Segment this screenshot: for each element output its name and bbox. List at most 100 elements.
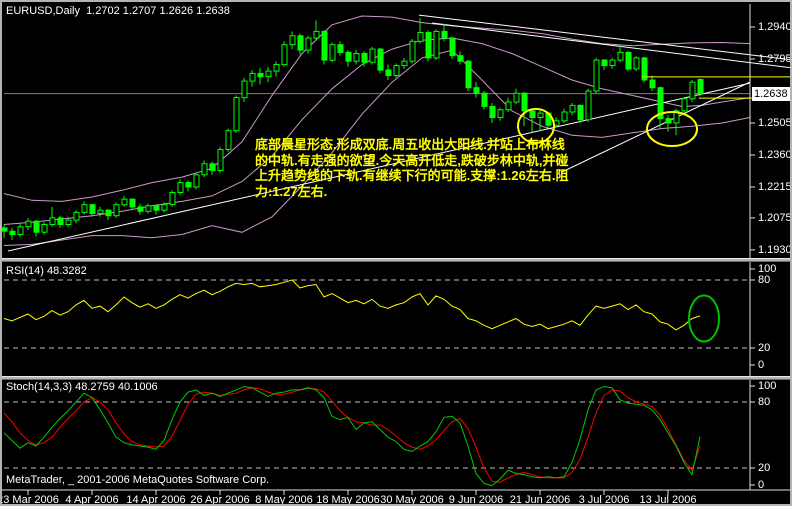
- candle-bear: [33, 220, 40, 233]
- pane-separator-rsi-stoch[interactable]: [2, 376, 790, 380]
- candle-bear: [577, 104, 584, 121]
- stoch-d-line: [3, 387, 701, 483]
- candle-bear: [361, 53, 368, 63]
- time-axis-label: 4 Apr 2006: [65, 494, 119, 506]
- candle-bull: [249, 72, 256, 82]
- candle-bull: [97, 209, 104, 214]
- candle-bear: [153, 205, 160, 211]
- candle-bear: [465, 60, 472, 89]
- pane-separator-main-rsi[interactable]: [2, 258, 790, 262]
- candle-bear: [441, 30, 448, 39]
- candle-bull: [193, 174, 200, 188]
- candle-bear: [129, 198, 136, 208]
- candle-bear: [137, 206, 144, 212]
- ellipse-double-bottom-2[interactable]: [646, 111, 698, 147]
- time-axis-label: 26 Apr 2006: [190, 494, 250, 506]
- stoch-k-line: [3, 386, 701, 487]
- candle-bear: [321, 30, 328, 61]
- rsi-line: [3, 279, 701, 331]
- candle-bull: [177, 182, 184, 194]
- candle-bull: [121, 198, 128, 206]
- candle-bull: [561, 111, 568, 122]
- candle-bull: [409, 40, 416, 62]
- annotation-line: 力:1.27左右.: [255, 183, 328, 199]
- candle-bear: [105, 209, 112, 217]
- trendlines[interactable]: [7, 14, 792, 252]
- candle-bull: [25, 220, 32, 228]
- candle-bull: [81, 204, 88, 213]
- price-axis-label: 1.2505: [758, 117, 792, 129]
- price-axis-label: 1.2795: [758, 53, 792, 65]
- time-axis-label: 8 May 2006: [255, 494, 313, 506]
- candle-bear: [697, 79, 704, 95]
- analysis-annotation-text[interactable]: 底部晨星形态.形成双底.周五收出大阳线.并站上布林线 的中轨.有走强的欲望.今天…: [255, 137, 568, 199]
- candles: [2, 18, 704, 240]
- metatrader-chart-window: EURUSD,Daily 1.2702 1.2707 1.2626 1.2638…: [0, 0, 792, 506]
- candle-bear: [473, 87, 480, 94]
- rsi-axis-label: 0: [758, 359, 765, 371]
- candle-bear: [377, 48, 384, 71]
- trendline-descending-resistance: [418, 14, 790, 61]
- candle-bull: [305, 37, 312, 51]
- candle-bear: [601, 59, 608, 67]
- price-axis-label: 1.1930: [758, 244, 792, 256]
- rsi-indicator-label: RSI(14) 48.3282: [6, 265, 87, 277]
- candle-bull: [393, 65, 400, 76]
- candle-bull: [353, 53, 360, 62]
- candle-bull: [513, 92, 520, 103]
- candle-bear: [457, 55, 464, 62]
- stoch-axis-label: 80: [758, 396, 771, 408]
- candle-bear: [385, 69, 392, 76]
- candle-bull: [593, 59, 600, 92]
- time-axis-label: 30 May 2006: [380, 494, 444, 506]
- candle-bull: [537, 112, 544, 118]
- rsi-axis-label: 20: [758, 342, 771, 354]
- candle-bull: [41, 224, 48, 233]
- stoch-axis-label: 0: [758, 479, 765, 491]
- candle-bull: [689, 81, 696, 100]
- candle-bull: [145, 205, 152, 212]
- candle-bear: [345, 51, 352, 62]
- time-axis-label: 18 May 2006: [316, 494, 380, 506]
- candle-bear: [89, 204, 96, 214]
- candle-bear: [649, 79, 656, 89]
- candle-bull: [433, 30, 440, 59]
- rsi-axis-label: 80: [758, 274, 771, 286]
- candle-bull: [65, 219, 72, 226]
- stoch-axis-label: 20: [758, 462, 771, 474]
- stoch-axis-label: 100: [758, 380, 777, 392]
- price-axis-label: 1.2360: [758, 149, 792, 161]
- candle-bull: [113, 204, 120, 217]
- candle-bear: [9, 230, 16, 235]
- price-axis-label: 1.2215: [758, 181, 792, 193]
- symbol-title: EURUSD,Daily 1.2702 1.2707 1.2626 1.2638: [6, 5, 230, 17]
- candle-bull: [585, 90, 592, 121]
- candle-bull: [217, 149, 224, 171]
- candle-bull: [73, 211, 80, 221]
- time-axis-label: 9 Jun 2006: [448, 494, 504, 506]
- candle-bull: [681, 98, 688, 112]
- time-axis-label: 13 Jul 2006: [639, 494, 697, 506]
- candle-bear: [449, 37, 456, 57]
- time-axis-label: 23 Mar 2006: [0, 494, 59, 506]
- candle-bull: [617, 51, 624, 61]
- time-axis-label: 3 Jul 2006: [578, 494, 630, 506]
- candle-bull: [169, 192, 176, 206]
- candle-bear: [337, 44, 344, 53]
- candle-bear: [297, 35, 304, 51]
- candle-bull: [281, 44, 288, 66]
- candle-bull: [417, 32, 424, 42]
- candle-bull: [241, 80, 248, 99]
- annotation-line: 的中轨.有走强的欲望.今天高开低走,跌破步林中轨,并碰: [255, 152, 569, 168]
- stoch-indicator-label: Stoch(14,3,3) 48.2759 40.1006: [6, 381, 158, 393]
- chart-canvas[interactable]: [2, 2, 792, 506]
- annotation-line: 底部晨星形态.形成双底.周五收出大阳线.并站上布林线: [255, 137, 565, 152]
- candle-bull: [369, 48, 376, 63]
- candle-bull: [265, 70, 272, 78]
- time-axis-label: 21 Jun 2006: [509, 494, 571, 506]
- candle-bull: [497, 109, 504, 119]
- candle-bear: [185, 182, 192, 188]
- candle-bear: [665, 118, 672, 124]
- candle-bear: [625, 51, 632, 70]
- candle-bear: [257, 72, 264, 78]
